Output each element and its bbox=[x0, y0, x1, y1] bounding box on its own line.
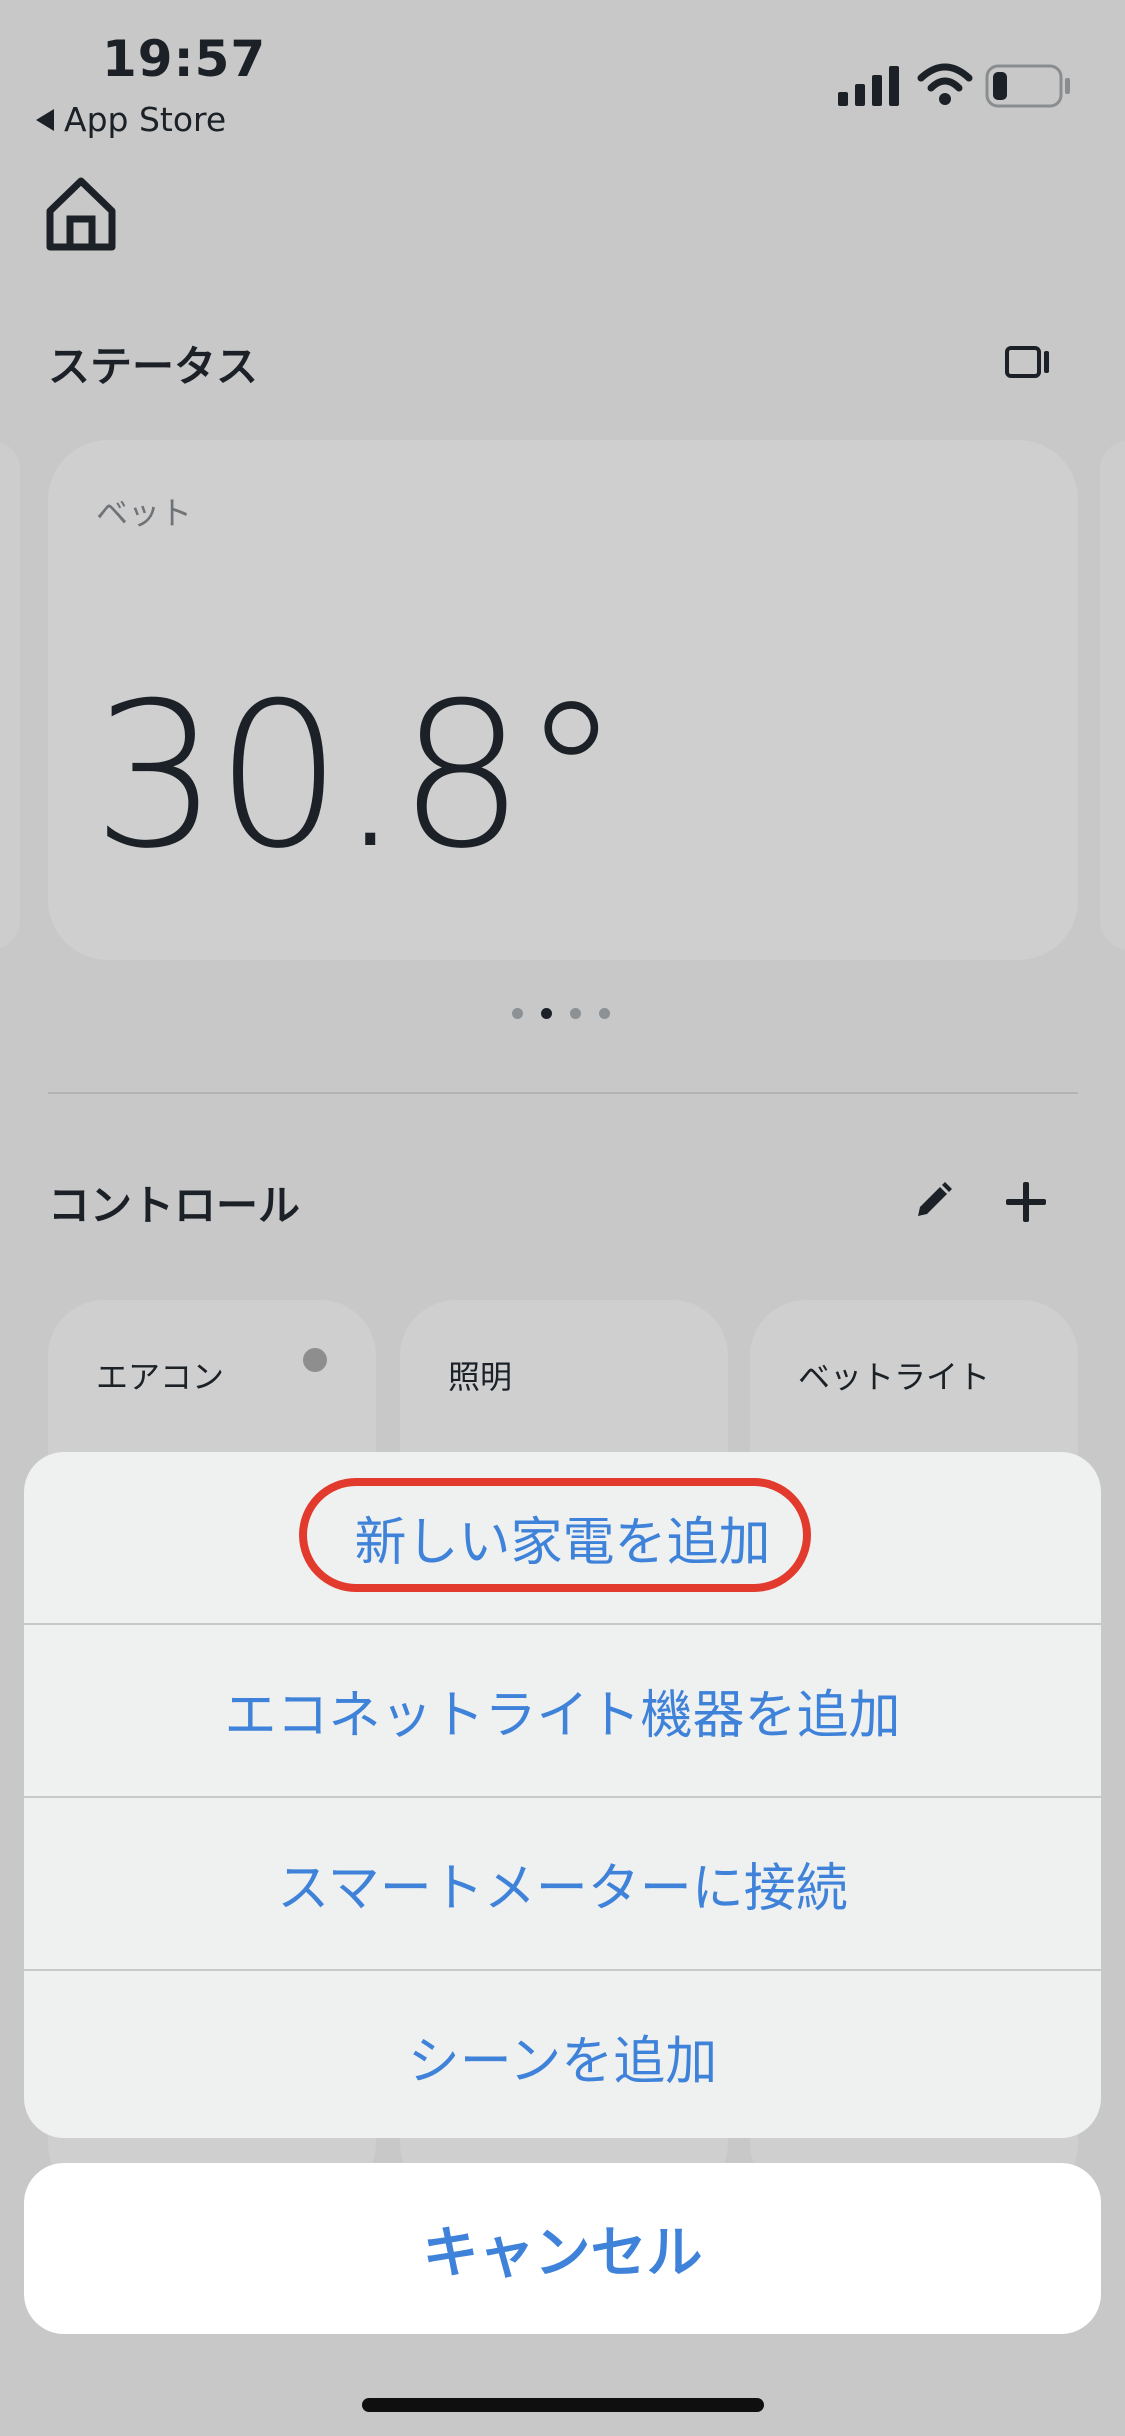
connect-smart-meter-button[interactable]: スマートメーターに接続 bbox=[24, 1798, 1101, 1969]
status-section-title: ステータス bbox=[48, 342, 259, 391]
widget-layout-icon[interactable] bbox=[1005, 345, 1051, 379]
back-label: App Store bbox=[64, 100, 227, 139]
control-section-title: コントロール bbox=[48, 1181, 301, 1230]
action-sheet: 新しい家電を追加 エコネットライト機器を追加 スマートメーターに接続 シーンを追… bbox=[24, 1452, 1101, 2138]
page-dot bbox=[512, 1008, 523, 1019]
temperature-reading: 30.8° bbox=[92, 660, 621, 893]
action-label: エコネットライト機器を追加 bbox=[224, 1686, 901, 1746]
tile-label: ベットライト bbox=[798, 1358, 991, 1396]
action-label: シーンを追加 bbox=[407, 2032, 718, 2092]
status-dot-icon bbox=[303, 1348, 327, 1372]
next-status-card[interactable] bbox=[1100, 440, 1125, 950]
cancel-button[interactable]: キャンセル bbox=[24, 2163, 1101, 2334]
status-card-label: ベット bbox=[96, 494, 193, 532]
pencil-icon[interactable] bbox=[912, 1180, 954, 1222]
page-indicator[interactable] bbox=[512, 1008, 610, 1019]
home-indicator[interactable] bbox=[362, 2398, 764, 2412]
tile-label: エアコン bbox=[96, 1358, 225, 1396]
back-to-app-store[interactable]: App Store bbox=[36, 100, 226, 139]
status-time: 19:57 bbox=[102, 30, 267, 88]
battery-icon bbox=[985, 64, 1070, 108]
cellular-signal-icon bbox=[838, 66, 899, 106]
back-arrow-icon bbox=[36, 108, 54, 131]
page-dot-active bbox=[541, 1008, 552, 1019]
highlight-annotation bbox=[299, 1478, 811, 1592]
section-divider bbox=[48, 1092, 1078, 1094]
home-icon[interactable] bbox=[44, 175, 118, 253]
previous-status-card[interactable] bbox=[0, 440, 20, 950]
page-dot bbox=[570, 1008, 581, 1019]
page-dot bbox=[599, 1008, 610, 1019]
add-scene-button[interactable]: シーンを追加 bbox=[24, 1971, 1101, 2138]
plus-icon[interactable] bbox=[1004, 1180, 1048, 1224]
tile-label: 照明 bbox=[448, 1358, 513, 1396]
wifi-icon bbox=[917, 63, 973, 105]
action-label: スマートメーターに接続 bbox=[277, 1859, 848, 1919]
add-echonet-lite-device-button[interactable]: エコネットライト機器を追加 bbox=[24, 1625, 1101, 1796]
